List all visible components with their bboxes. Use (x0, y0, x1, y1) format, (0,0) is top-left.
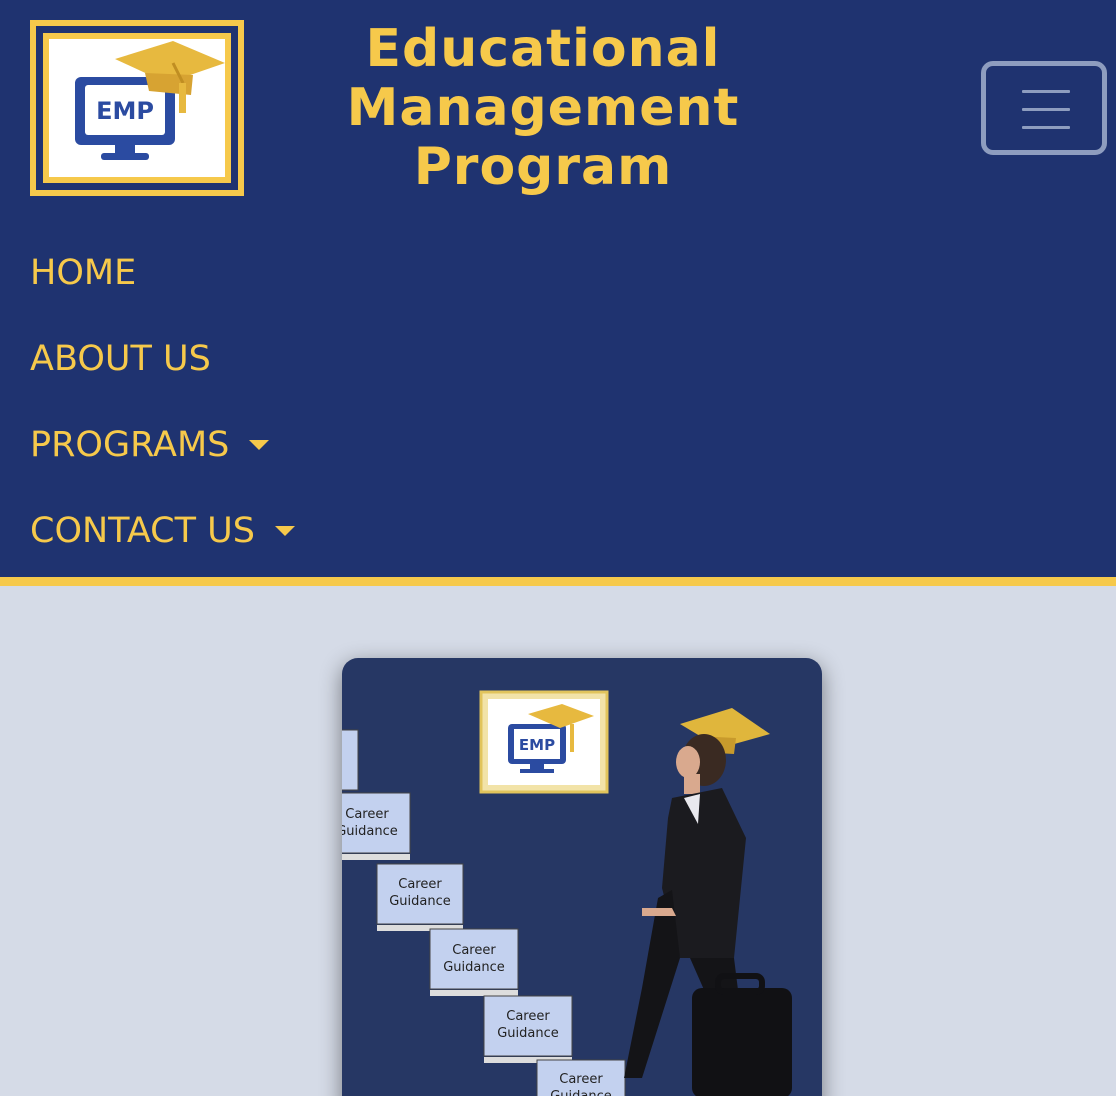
nav-item-about: ABOUT US (30, 316, 295, 402)
caret-down-icon (274, 526, 295, 536)
site-title-line-2: Management (346, 78, 740, 138)
nav-item-programs: PROGRAMS (30, 402, 295, 488)
step-label-2: Career Guidance (375, 876, 465, 910)
step-label-line-1: Career (398, 877, 442, 892)
step-label-5: Career Guidance (536, 1071, 626, 1096)
hamburger-menu-button[interactable] (981, 61, 1107, 155)
site-header: EMP Educational Management Program HOME … (0, 0, 1116, 586)
step-label-line-2: Guidance (389, 894, 451, 909)
nav-label-contact: CONTACT US (30, 511, 255, 551)
step-label-line-1: Career (559, 1072, 603, 1087)
nav-item-home: HOME (30, 230, 295, 316)
site-logo[interactable]: EMP (30, 20, 244, 196)
nav-item-contact: CONTACT US (30, 488, 295, 574)
step-label-3: Career Guidance (429, 942, 519, 976)
step-label-line-2: Guidance (536, 1088, 626, 1096)
nav-link-home[interactable]: HOME (30, 253, 136, 293)
logo-inner-frame: EMP (43, 33, 231, 183)
hero-image-card: EMP Career Guidance Career Guidance Care… (342, 658, 822, 1096)
main-nav: HOME ABOUT US PROGRAMS CONTACT US (30, 230, 295, 574)
nav-link-programs[interactable]: PROGRAMS (30, 425, 270, 465)
step-label-line-1: Career (345, 807, 389, 822)
step-label-line-2: Guidance (497, 1026, 559, 1041)
hero-logo-text: EMP (519, 736, 555, 754)
step-label-line-2: Guidance (342, 824, 398, 839)
step-label-line-2: Guidance (443, 960, 505, 975)
site-title-line-1: Educational (365, 19, 721, 79)
graduate-woman-figure (624, 708, 792, 1096)
caret-down-icon (249, 440, 270, 450)
logo-text: EMP (96, 97, 154, 125)
nav-link-contact[interactable]: CONTACT US (30, 511, 295, 551)
monitor-cap-logo-icon: EMP (75, 41, 225, 160)
nav-link-about[interactable]: ABOUT US (30, 339, 211, 379)
nav-label-programs: PROGRAMS (30, 425, 230, 465)
site-title-line-3: Program (413, 137, 673, 197)
site-title: Educational Management Program (300, 20, 786, 197)
step-label-4: Career Guidance (483, 1008, 573, 1042)
step-label-line-1: Career (506, 1009, 550, 1024)
step-label-1: Career Guidance (342, 806, 412, 840)
step-label-line-1: Career (452, 943, 496, 958)
